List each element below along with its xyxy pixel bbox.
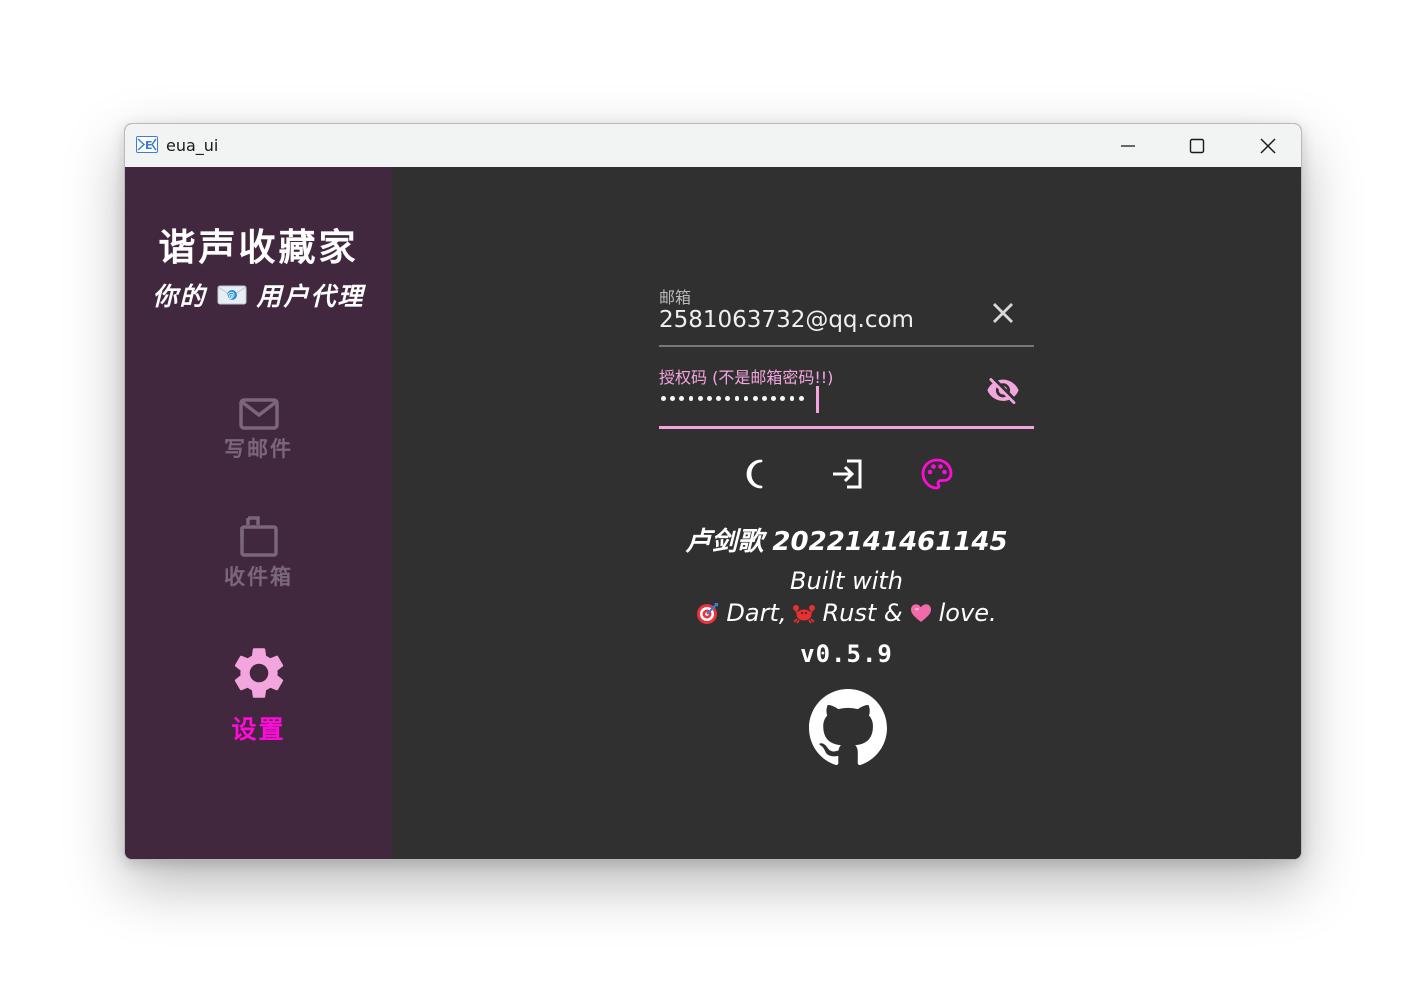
- auth-code-field[interactable]: 授权码 (不是邮箱密码!!): [659, 360, 1034, 429]
- mask-dot: [780, 396, 786, 401]
- mask-dot: [752, 396, 758, 401]
- visibility-off-icon: [987, 378, 1019, 405]
- svg-text:@: @: [227, 291, 237, 300]
- window-title: eua_ui: [166, 136, 219, 155]
- settings-panel: 邮箱 2581063732@qq.com 授权码 (不是邮箱密码!!) 卢剑歌 …: [392, 167, 1301, 859]
- email-emoji-icon: @: [217, 285, 246, 305]
- mask-dot: [670, 396, 675, 401]
- email-value[interactable]: 2581063732@qq.com: [659, 307, 914, 333]
- app-tagline: 你的 @ 用户代理: [125, 277, 392, 313]
- mask-dot: [762, 396, 767, 401]
- minimize-icon: [1121, 144, 1135, 147]
- theme-toggle-button[interactable]: [739, 456, 775, 492]
- palette-button[interactable]: [919, 456, 955, 492]
- love-label: love.: [938, 599, 997, 627]
- clear-icon: [993, 303, 1013, 323]
- text-caret: [816, 386, 819, 413]
- mask-dot: [697, 396, 703, 401]
- close-button[interactable]: [1233, 124, 1301, 167]
- mask-dot: [661, 396, 666, 401]
- tagline-suffix: 用户代理: [256, 282, 365, 311]
- github-icon: [809, 689, 887, 766]
- dart-label: Dart,: [726, 599, 787, 627]
- mask-dot: [771, 396, 777, 401]
- app-window: E eua_ui 谐声收藏家 你的 @ 用户代理 写邮件 收件箱 设置 邮箱 2…: [124, 123, 1302, 860]
- mask-dot: [688, 396, 694, 401]
- crab-icon: [793, 605, 816, 624]
- maximize-button[interactable]: [1162, 124, 1232, 167]
- toggle-visibility-button[interactable]: [986, 374, 1020, 408]
- nav-compose-label: 写邮件: [224, 437, 293, 461]
- mask-dot: [725, 396, 731, 401]
- title-bar: E eua_ui: [125, 124, 1301, 167]
- built-with-tech: Dart, Rust & love.: [659, 599, 1034, 627]
- tagline-prefix: 你的: [152, 282, 207, 311]
- minimize-button[interactable]: [1093, 124, 1163, 167]
- inbox-icon: [239, 516, 278, 557]
- mask-dot: [798, 396, 804, 401]
- nav-settings-label: 设置: [231, 715, 286, 744]
- rust-label: Rust &: [822, 599, 903, 627]
- heart-icon: [910, 604, 931, 622]
- maximize-icon: [1189, 138, 1205, 153]
- mask-dot: [706, 396, 712, 401]
- mask-dot: [789, 396, 795, 401]
- nav-inbox-label: 收件箱: [224, 565, 293, 589]
- built-with-line: Built with: [790, 567, 903, 595]
- app-mail-icon: E: [136, 136, 158, 153]
- mask-dot: [716, 396, 721, 401]
- author-info: 卢剑歌 2022141461145: [685, 527, 1008, 557]
- svg-text:E: E: [145, 139, 153, 152]
- auth-code-label: 授权码 (不是邮箱密码!!): [659, 368, 834, 387]
- nav-settings[interactable]: 设置: [125, 642, 392, 746]
- login-button[interactable]: [829, 456, 865, 492]
- version-label: v0.5.9: [800, 640, 893, 668]
- mask-dot: [743, 396, 749, 401]
- moon-icon: [746, 459, 763, 489]
- close-icon: [1260, 137, 1276, 154]
- github-link[interactable]: [809, 689, 887, 767]
- email-label: 邮箱: [659, 288, 692, 307]
- app-name: 谐声收藏家: [158, 226, 359, 269]
- mask-dot: [679, 396, 685, 401]
- clear-email-button[interactable]: [986, 296, 1020, 330]
- dart-target-icon: [697, 603, 719, 624]
- email-field[interactable]: 邮箱 2581063732@qq.com: [659, 280, 1034, 347]
- palette-icon: [921, 458, 953, 490]
- gear-icon: [234, 648, 283, 698]
- login-icon: [833, 459, 862, 489]
- sidebar: 谐声收藏家 你的 @ 用户代理 写邮件 收件箱 设置: [125, 167, 392, 859]
- nav-compose[interactable]: 写邮件: [125, 397, 392, 463]
- nav-inbox[interactable]: 收件箱: [125, 515, 392, 591]
- mask-dot: [734, 396, 740, 401]
- auth-code-masked-value[interactable]: [661, 396, 804, 404]
- mail-icon: [238, 398, 279, 430]
